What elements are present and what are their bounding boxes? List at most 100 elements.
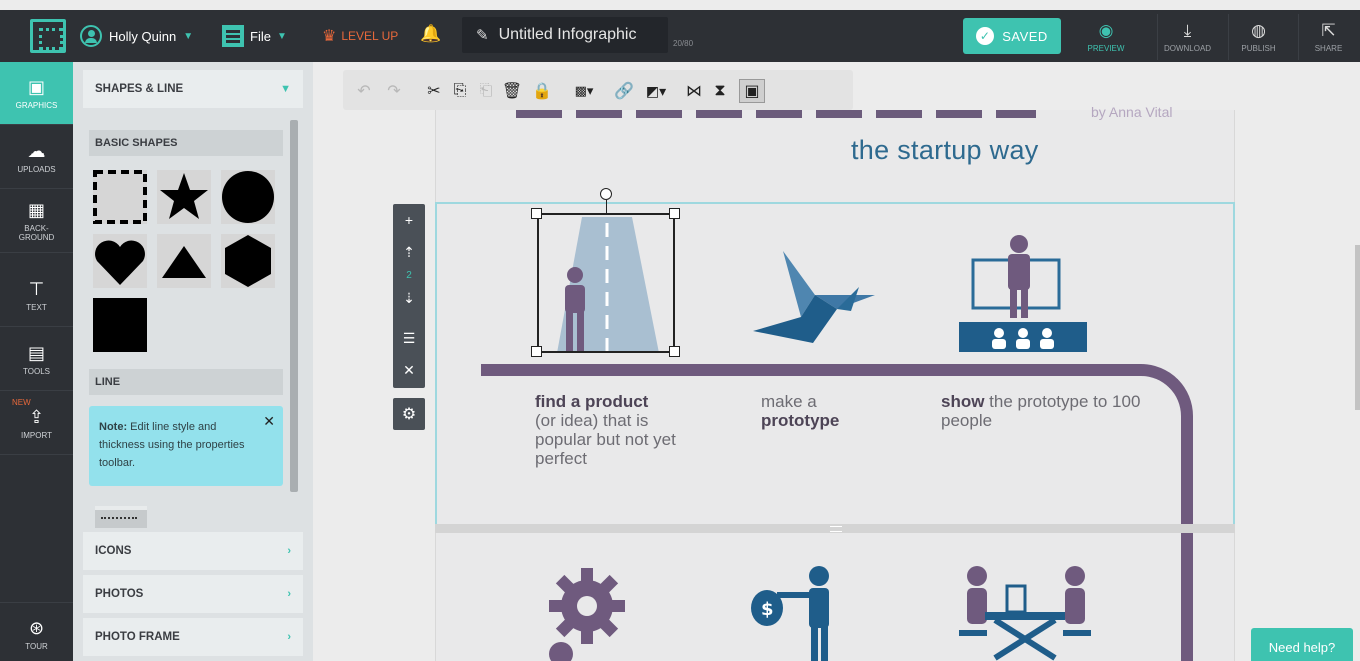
flip-horizontal-icon[interactable]: ⋈ bbox=[681, 79, 707, 103]
arrange-icon[interactable]: ◩▾ bbox=[637, 79, 675, 103]
shape-heart[interactable] bbox=[93, 234, 147, 288]
heart-icon bbox=[95, 240, 145, 285]
need-help-button[interactable]: Need help? bbox=[1251, 628, 1353, 661]
shape-circle[interactable] bbox=[221, 170, 275, 224]
nav-background[interactable]: ▦ BACK- GROUND bbox=[0, 190, 73, 253]
file-menu-icon bbox=[222, 25, 244, 47]
icons-section-header[interactable]: ICONS › bbox=[83, 532, 303, 570]
level-up-button[interactable]: ♛ LEVEL UP bbox=[322, 24, 398, 48]
money-person-graphic[interactable]: $ bbox=[749, 562, 849, 661]
shape-triangle[interactable] bbox=[157, 234, 211, 288]
app-logo[interactable] bbox=[30, 19, 66, 53]
lock-icon[interactable]: 🔒 bbox=[529, 79, 555, 103]
nav-tour[interactable]: ⊛ TOUR bbox=[0, 602, 73, 661]
nav-graphics[interactable]: ▣ GRAPHICS bbox=[0, 62, 73, 125]
hexagon-icon bbox=[225, 235, 271, 287]
photos-section-header[interactable]: PHOTOS › bbox=[83, 575, 303, 613]
bell-icon[interactable]: 🔔 bbox=[420, 24, 441, 44]
chevron-down-icon: ▼ bbox=[280, 83, 291, 95]
gear-icon[interactable]: ⚙ bbox=[393, 398, 425, 430]
file-menu[interactable]: File ▼ bbox=[222, 24, 287, 48]
shape-hexagon[interactable] bbox=[221, 234, 275, 288]
bring-forward-icon[interactable]: ⇡ bbox=[393, 236, 425, 268]
shape-dashed-square[interactable] bbox=[93, 170, 147, 224]
nav-text[interactable]: ⊤ TEXT bbox=[0, 264, 73, 327]
resize-handle[interactable] bbox=[669, 346, 680, 357]
pencil-icon: ✎ bbox=[476, 27, 489, 44]
shapes-line-header[interactable]: SHAPES & LINE ▼ bbox=[83, 70, 303, 108]
svg-text:$: $ bbox=[761, 599, 774, 620]
chevron-right-icon: › bbox=[287, 631, 291, 643]
document-title-field[interactable]: ✎ Untitled Infographic bbox=[462, 17, 668, 53]
cloud-upload-icon: ☁ bbox=[27, 140, 46, 161]
avatar-icon bbox=[80, 25, 102, 47]
nav-text-label: TEXT bbox=[26, 302, 47, 312]
border-icon[interactable]: ▣ bbox=[739, 79, 765, 103]
paste-icon[interactable]: ⎗ bbox=[473, 79, 499, 103]
user-menu[interactable]: Holly Quinn ▼ bbox=[80, 24, 193, 48]
cut-icon[interactable]: ✂ bbox=[421, 79, 447, 103]
nav-import[interactable]: NEW ⇪ IMPORT bbox=[0, 392, 73, 455]
nav-uploads[interactable]: ☁ UPLOADS bbox=[0, 126, 73, 189]
redo-icon[interactable]: ↷ bbox=[381, 79, 407, 103]
share-button[interactable]: ⇱ SHARE bbox=[1298, 14, 1358, 60]
trash-icon[interactable]: 🗑 bbox=[499, 79, 525, 103]
rotate-handle[interactable] bbox=[600, 188, 612, 200]
close-icon[interactable]: ✕ bbox=[263, 412, 275, 430]
level-up-label: LEVEL UP bbox=[341, 29, 399, 43]
saved-button[interactable]: ✓ SAVED bbox=[963, 18, 1061, 54]
eye-icon: ◉ bbox=[1098, 20, 1114, 40]
canvas-scrollbar[interactable] bbox=[1355, 245, 1360, 410]
resize-handle[interactable] bbox=[531, 208, 542, 219]
send-backward-icon[interactable]: ⇣ bbox=[393, 282, 425, 314]
close-icon[interactable]: ✕ bbox=[393, 354, 425, 386]
resize-handle[interactable] bbox=[531, 346, 542, 357]
transparency-icon[interactable]: ▩▾ bbox=[565, 79, 603, 103]
resize-handle[interactable] bbox=[669, 208, 680, 219]
photo-frame-section-header[interactable]: PHOTO FRAME › bbox=[83, 618, 303, 656]
crown-icon: ♛ bbox=[322, 28, 337, 45]
publish-button[interactable]: ◍ PUBLISH bbox=[1228, 14, 1288, 60]
preview-button[interactable]: ◉ PREVIEW bbox=[1076, 14, 1136, 60]
nav-uploads-label: UPLOADS bbox=[17, 164, 56, 174]
group-icon[interactable]: ☰ bbox=[393, 322, 425, 354]
saved-label: SAVED bbox=[1002, 28, 1048, 44]
gears-graphic[interactable] bbox=[543, 562, 643, 661]
undo-icon[interactable]: ↶ bbox=[351, 79, 377, 103]
chevron-right-icon: › bbox=[287, 545, 291, 557]
title-char-count: 20/80 bbox=[673, 39, 694, 48]
presentation-graphic[interactable] bbox=[959, 234, 1089, 356]
photos-section-title: PHOTOS bbox=[95, 588, 144, 600]
panel-scrollbar[interactable] bbox=[290, 120, 298, 492]
step-3-text[interactable]: show the prototype to 100 people bbox=[941, 392, 1141, 430]
icons-section-title: ICONS bbox=[95, 545, 132, 557]
download-button[interactable]: ⤓ DOWNLOAD bbox=[1157, 14, 1217, 60]
rotate-line bbox=[606, 200, 607, 213]
shape-square[interactable] bbox=[93, 298, 147, 352]
shape-star[interactable] bbox=[157, 170, 211, 224]
meeting-graphic[interactable] bbox=[955, 562, 1095, 661]
canvas-area: ↶ ↷ ✂ ⎘ ⎗ 🗑 🔒 ▩▾ 🔗 ◩▾ ⋈ ⧗ ▣ by Anna Vita… bbox=[313, 62, 1360, 661]
resize-box[interactable] bbox=[537, 213, 675, 353]
add-icon[interactable]: + bbox=[393, 204, 425, 236]
origami-bird-graphic[interactable] bbox=[753, 247, 878, 347]
tools-icon: ▤ bbox=[27, 342, 45, 363]
step-1-text[interactable]: find a product (or idea) that is popular… bbox=[535, 392, 685, 468]
nav-tools[interactable]: ▤ TOOLS bbox=[0, 328, 73, 391]
group-resize-bar[interactable] bbox=[435, 524, 1235, 533]
flip-vertical-icon[interactable]: ⧗ bbox=[707, 79, 733, 103]
top-bar: Holly Quinn ▼ File ▼ ♛ LEVEL UP 🔔 ✎ Unti… bbox=[0, 10, 1360, 62]
nav-graphics-label: GRAPHICS bbox=[15, 100, 58, 110]
star-icon bbox=[160, 173, 208, 219]
link-icon[interactable]: 🔗 bbox=[611, 79, 637, 103]
dotted-line-sample[interactable] bbox=[95, 506, 147, 528]
step-2-text[interactable]: make a prototype bbox=[761, 392, 901, 430]
share-label: SHARE bbox=[1314, 43, 1343, 53]
object-toolbar: ↶ ↷ ✂ ⎘ ⎗ 🗑 🔒 ▩▾ 🔗 ◩▾ ⋈ ⧗ ▣ bbox=[343, 70, 853, 110]
copy-icon[interactable]: ⎘ bbox=[447, 79, 473, 103]
step-2-bold: prototype bbox=[761, 411, 840, 430]
triangle-icon bbox=[162, 246, 206, 278]
globe-icon: ◍ bbox=[1251, 20, 1266, 40]
shapes-line-title: SHAPES & LINE bbox=[95, 83, 184, 95]
dashed-square-icon bbox=[93, 170, 147, 224]
